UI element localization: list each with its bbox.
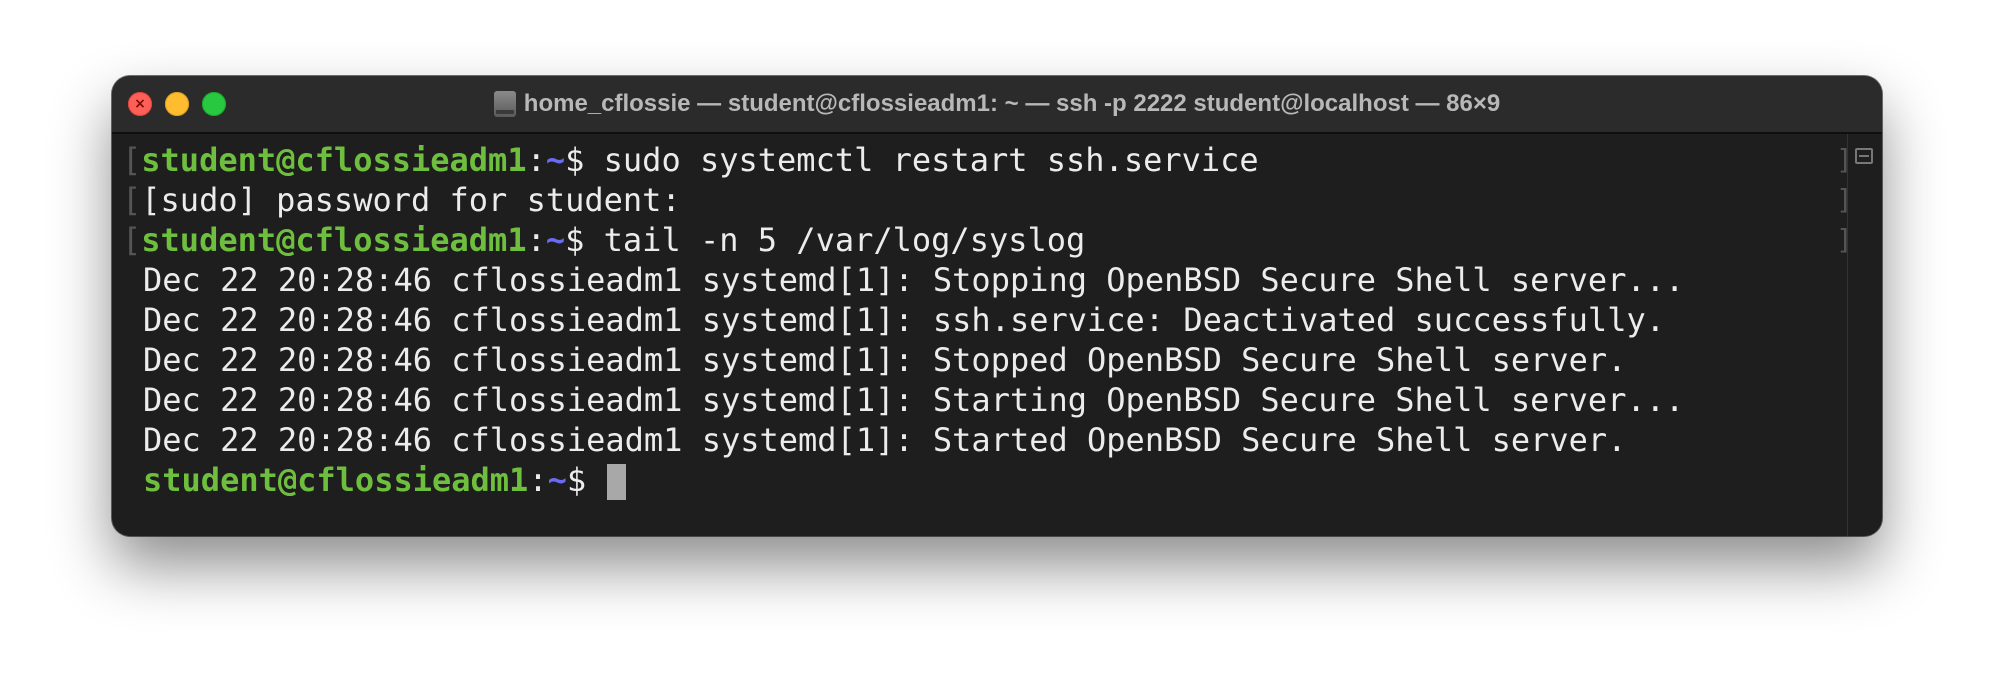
terminal-line: [student@cflossieadm1:~$ tail -n 5 /var/… bbox=[122, 220, 1085, 260]
window-title-wrap: home_cflossie — student@cflossieadm1: ~ … bbox=[112, 76, 1882, 132]
command-text: sudo systemctl restart ssh.service bbox=[603, 141, 1259, 179]
terminal-line: Dec 22 20:28:46 cflossieadm1 systemd[1]:… bbox=[143, 381, 1685, 419]
terminal-line[interactable]: student@cflossieadm1:~$ bbox=[143, 460, 627, 500]
split-pane-icon[interactable] bbox=[1855, 148, 1873, 164]
terminal-content[interactable]: [student@cflossieadm1:~$ sudo systemctl … bbox=[112, 134, 1853, 536]
terminal-line: [student@cflossieadm1:~$ sudo systemctl … bbox=[122, 140, 1259, 180]
prompt-colon: : bbox=[526, 221, 546, 259]
prompt-path: ~ bbox=[545, 221, 566, 259]
terminal-line: Dec 22 20:28:46 cflossieadm1 systemd[1]:… bbox=[143, 341, 1627, 379]
prompt-colon: : bbox=[528, 461, 548, 499]
terminal-line: [[sudo] password for student: bbox=[122, 180, 681, 220]
mark-left: [ bbox=[122, 221, 142, 259]
terminal-window: × home_cflossie — student@cflossieadm1: … bbox=[112, 76, 1882, 536]
prompt-suffix: $ bbox=[566, 461, 606, 499]
window-title: home_cflossie — student@cflossieadm1: ~ … bbox=[523, 90, 1501, 117]
prompt-path: ~ bbox=[545, 141, 566, 179]
terminal-line: Dec 22 20:28:46 cflossieadm1 systemd[1]:… bbox=[143, 421, 1627, 459]
output-text: [sudo] password for student: bbox=[141, 181, 681, 219]
disk-icon bbox=[493, 91, 516, 117]
prompt-user: student@cflossieadm1 bbox=[143, 461, 529, 499]
prompt-suffix: $ bbox=[565, 141, 604, 179]
prompt-user: student@cflossieadm1 bbox=[141, 221, 527, 259]
terminal-line: Dec 22 20:28:46 cflossieadm1 systemd[1]:… bbox=[143, 261, 1685, 299]
mark-left: [ bbox=[122, 181, 142, 219]
prompt-path: ~ bbox=[547, 461, 567, 499]
prompt-suffix: $ bbox=[565, 221, 604, 259]
terminal-line: Dec 22 20:28:46 cflossieadm1 systemd[1]:… bbox=[143, 301, 1665, 339]
title-bar[interactable]: × home_cflossie — student@cflossieadm1: … bbox=[112, 76, 1882, 134]
text-cursor bbox=[607, 464, 627, 500]
prompt-colon: : bbox=[526, 141, 546, 179]
prompt-user: student@cflossieadm1 bbox=[141, 141, 527, 179]
command-text: tail -n 5 /var/log/syslog bbox=[603, 221, 1086, 259]
scroll-gutter[interactable] bbox=[1847, 134, 1882, 536]
mark-left: [ bbox=[122, 141, 142, 179]
